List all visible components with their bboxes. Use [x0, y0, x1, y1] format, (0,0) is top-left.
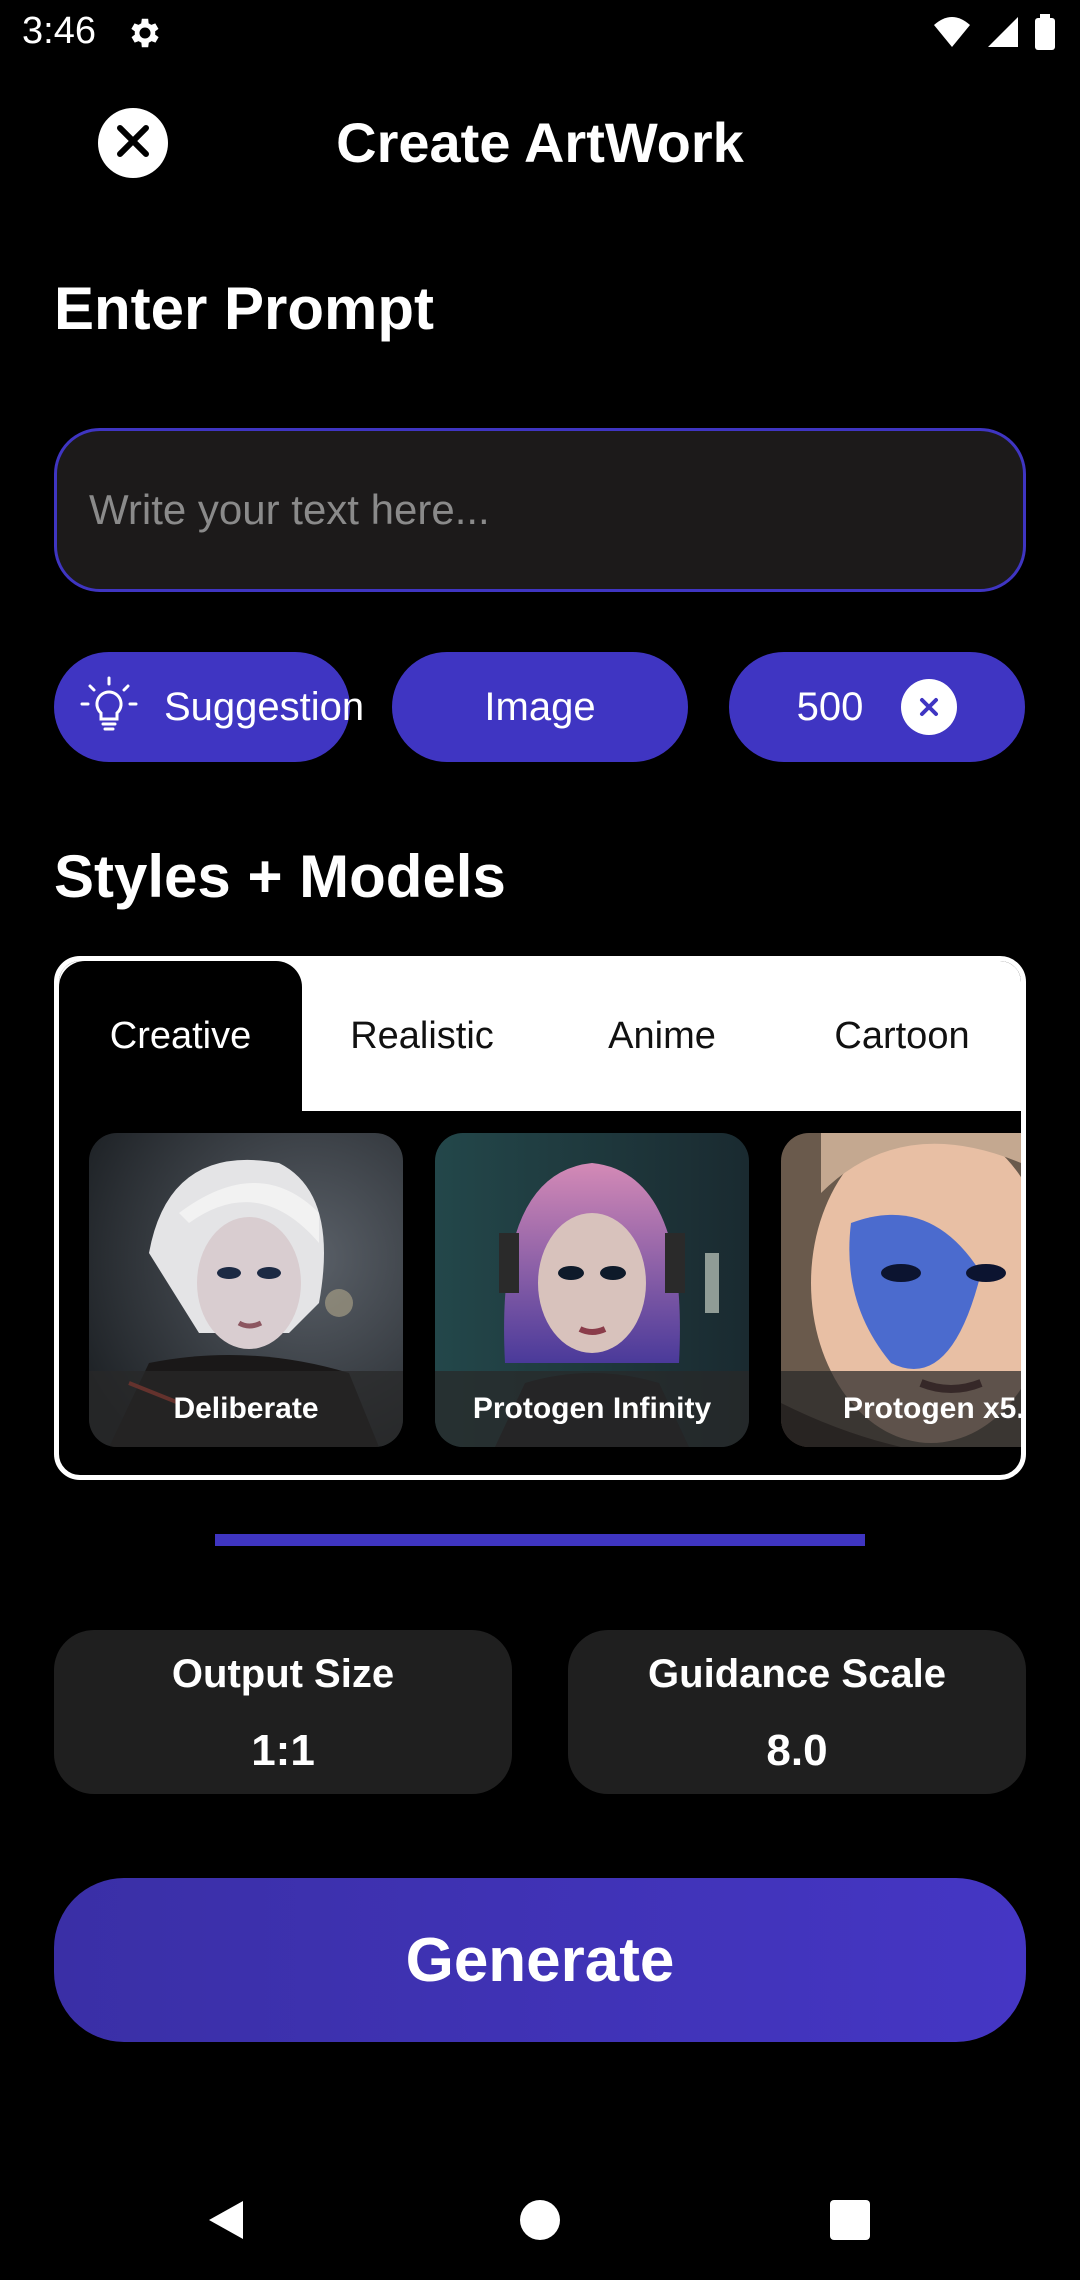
tab-creative[interactable]: Creative	[59, 961, 302, 1111]
page-title: Create ArtWork	[336, 111, 744, 174]
guidance-scale-title: Guidance Scale	[648, 1652, 946, 1696]
image-button[interactable]: Image	[392, 652, 688, 762]
suggestion-label: Suggestion	[164, 684, 365, 729]
generate-label: Generate	[405, 1925, 675, 1995]
navigation-bar	[0, 2160, 1080, 2280]
close-icon	[920, 698, 939, 716]
wifi-icon	[932, 15, 972, 54]
models-row: Deliberate Protogen Infinity Protogen x5	[89, 1133, 1021, 1449]
status-time: 3:46	[22, 10, 96, 52]
settings-icon	[126, 14, 164, 52]
tab-label: Anime	[608, 1014, 716, 1057]
tab-cartoon[interactable]: Cartoon	[782, 961, 1021, 1111]
tab-realistic[interactable]: Realistic	[302, 961, 542, 1111]
model-card-protogen-x53[interactable]: Protogen x5.3	[781, 1133, 1021, 1447]
home-button[interactable]	[510, 2190, 570, 2250]
tab-label: Creative	[109, 1014, 252, 1057]
count-value: 500	[796, 684, 864, 729]
home-icon	[520, 2200, 560, 2240]
tab-anime[interactable]: Anime	[542, 961, 782, 1111]
battery-icon	[1034, 14, 1056, 55]
model-label: Protogen x5.3	[781, 1371, 1021, 1447]
status-bar: 3:46	[0, 0, 1080, 66]
output-size-title: Output Size	[171, 1652, 395, 1696]
model-card-deliberate[interactable]: Deliberate	[89, 1133, 403, 1447]
back-button[interactable]	[196, 2190, 256, 2250]
styles-card: Creative Realistic Anime Cartoon Deliber…	[54, 956, 1026, 1480]
recents-button[interactable]	[820, 2190, 880, 2250]
prompt-input-container	[54, 428, 1026, 592]
model-label: Deliberate	[89, 1371, 403, 1447]
style-tabs: Creative Realistic Anime Cartoon	[59, 961, 1021, 1111]
output-size-value: 1:1	[251, 1726, 315, 1775]
back-icon	[209, 2201, 243, 2239]
count-pill: 500	[729, 652, 1025, 762]
model-label: Protogen Infinity	[435, 1371, 749, 1447]
suggestion-button[interactable]: Suggestion	[54, 652, 364, 762]
guidance-scale-value: 8.0	[766, 1726, 828, 1775]
model-card-protogen-infinity[interactable]: Protogen Infinity	[435, 1133, 749, 1447]
enter-prompt-heading: Enter Prompt	[54, 275, 435, 342]
guidance-scale-card[interactable]: Guidance Scale 8.0	[568, 1630, 1026, 1794]
lightbulb-icon	[72, 670, 146, 744]
tab-label: Cartoon	[834, 1014, 970, 1057]
recents-icon	[830, 2200, 870, 2240]
tab-label: Realistic	[350, 1014, 494, 1057]
image-label: Image	[484, 684, 596, 729]
output-size-card[interactable]: Output Size 1:1	[54, 1630, 512, 1794]
generate-button[interactable]: Generate	[54, 1878, 1026, 2042]
clear-count-button[interactable]	[901, 679, 958, 735]
scroll-indicator	[215, 1534, 865, 1546]
styles-models-heading: Styles + Models	[54, 843, 506, 910]
cellular-icon	[986, 15, 1020, 54]
prompt-input[interactable]	[89, 486, 991, 534]
